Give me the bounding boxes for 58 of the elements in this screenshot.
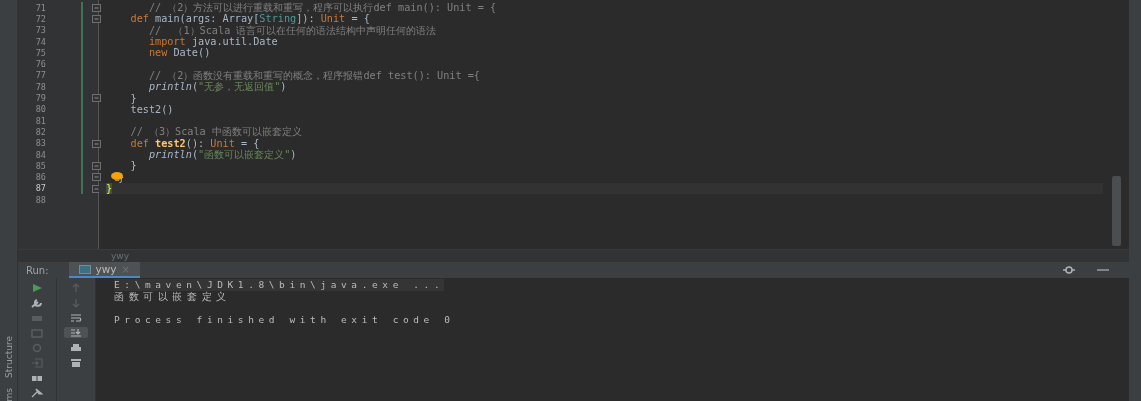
breadcrumb[interactable]: ywy [111,251,129,261]
line-number: 78 [34,81,46,92]
line-number: 75 [34,47,46,58]
console-output: Process finished with exit code 0 [114,313,455,325]
line-number: 82 [34,126,46,137]
code-line: } [129,92,137,104]
code-line: // （1）Scala 语言可以在任何的语法结构中声明任何的语法 [147,24,437,36]
line-number: 77 [34,70,46,81]
line-number: 76 [34,59,46,70]
line-number: 73 [34,25,46,36]
scroll-to-end-icon[interactable] [70,327,82,338]
line-number: 85 [34,160,46,171]
console-output: 函数可以嵌套定义 [114,290,231,302]
run-label: Run: [26,264,49,276]
code-line: } [129,160,137,172]
tool-window-label[interactable]: ms [3,387,14,401]
soft-wrap-icon[interactable] [70,312,82,323]
fold-marker-icon[interactable] [92,162,101,171]
line-number: 80 [34,104,46,115]
line-number: 86 [34,172,46,183]
line-number: 79 [34,93,46,103]
code-line: new Date() [147,47,211,59]
fold-marker-icon[interactable] [92,94,101,103]
wrench-icon[interactable] [31,297,43,308]
line-number: 81 [34,115,46,126]
line-number: 83 [34,138,46,149]
play-icon[interactable] [31,282,43,293]
pin-icon[interactable] [31,387,43,398]
line-number: 88 [34,194,46,205]
tool-window-label[interactable]: Structure [3,335,14,378]
line-number: 74 [34,36,46,47]
printer-icon[interactable] [70,342,82,353]
code-line: // （2）函数没有重载和重写的概念，程序报错def test(): Unit ={ [147,69,480,81]
console-command: E:\maven\JDK1.8\bin\java.exe ... [114,279,445,291]
code-line: // （3）Scala 中函数可以嵌套定义 [129,126,302,138]
line-number: 71 [34,2,46,13]
gear-icon[interactable] [31,342,43,353]
settings-icon[interactable] [1063,265,1075,275]
code-line: def test2(): Unit = { [129,137,260,149]
code-line: test2() [129,103,174,115]
trash-icon[interactable] [70,357,82,368]
fold-marker-icon[interactable] [92,173,101,182]
lightbulb-icon[interactable] [111,172,123,182]
up-arrow-icon[interactable] [70,282,82,293]
code-line: // （2）方法可以进行重载和重写，程序可以执行def main(): Unit = { [148,2,497,14]
fold-marker-icon[interactable] [92,4,101,12]
code-line: println("无参，无返回值") [147,81,287,93]
fold-marker-icon[interactable] [92,15,101,24]
code-line: def main(args: Array[String]): Unit = { [129,13,370,25]
line-number: 84 [34,149,46,160]
console-icon [78,264,91,274]
line-number: 72 [34,13,46,24]
down-arrow-icon[interactable] [70,297,82,308]
line-number: 87 [34,183,46,194]
code-line: import java.util.Date [147,36,278,48]
run-tab[interactable]: ywy × [68,262,140,278]
fold-marker-icon[interactable] [92,139,101,148]
code-line: println("函数可以嵌套定义") [147,149,297,160]
